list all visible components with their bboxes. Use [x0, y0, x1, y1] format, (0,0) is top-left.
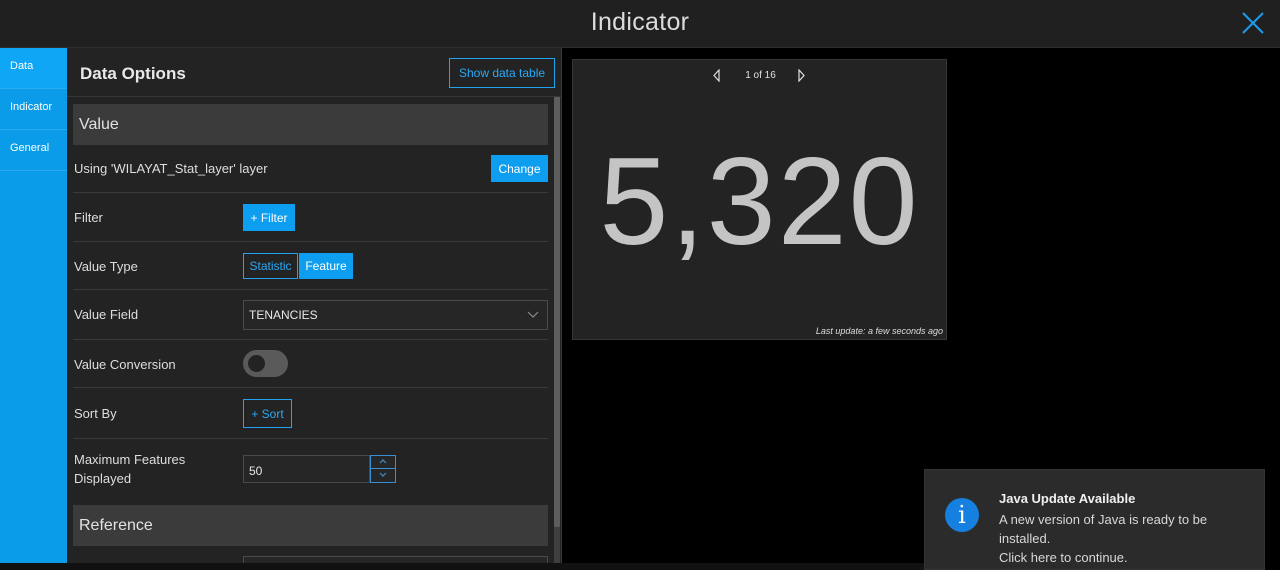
value-conversion-label: Value Conversion: [74, 357, 176, 372]
change-layer-button[interactable]: Change: [491, 155, 548, 182]
indicator-preview: 1 of 16 5,320 Last update: a few seconds…: [572, 59, 947, 340]
bottom-strip: [0, 563, 924, 570]
filter-label: Filter: [74, 210, 103, 225]
divider: [73, 387, 548, 388]
previous-page-icon[interactable]: [713, 69, 721, 82]
layer-text: Using 'WILAYAT_Stat_layer' layer: [74, 161, 268, 176]
show-data-table-button[interactable]: Show data table: [449, 58, 555, 88]
chevron-down-icon: [527, 311, 539, 318]
reference-section-header[interactable]: Reference: [73, 505, 548, 546]
value-field-select[interactable]: TENANCIES: [243, 300, 548, 330]
java-update-notification[interactable]: i Java Update Available A new version of…: [924, 469, 1265, 570]
tab-general-label: General: [10, 142, 50, 154]
max-features-stepper: [370, 455, 396, 483]
divider: [73, 438, 548, 439]
increment-button[interactable]: [371, 456, 395, 469]
tab-data-label: Data: [10, 60, 34, 72]
value-type-label: Value Type: [74, 259, 138, 274]
divider: [73, 289, 548, 290]
reference-field[interactable]: [243, 556, 548, 563]
tab-indicator-label: Indicator: [10, 101, 53, 113]
tab-general[interactable]: General: [0, 130, 67, 171]
value-section-title: Value: [79, 116, 119, 133]
panel-scrollbar[interactable]: [554, 97, 560, 563]
value-conversion-toggle[interactable]: [243, 350, 288, 377]
tab-indicator[interactable]: Indicator: [0, 89, 67, 130]
last-update-text: Last update: a few seconds ago: [815, 326, 943, 336]
value-type-statistic-button[interactable]: Statistic: [243, 253, 298, 279]
max-features-value: 50: [249, 464, 263, 478]
reference-section-title: Reference: [79, 517, 153, 534]
panel-header: Data Options Show data table: [67, 48, 561, 97]
max-features-label-line2: Displayed: [74, 471, 132, 486]
notification-title: Java Update Available: [999, 491, 1136, 506]
divider: [73, 339, 548, 340]
max-features-input[interactable]: 50: [243, 455, 370, 483]
data-options-panel: Data Options Show data table Value Using…: [67, 48, 562, 563]
indicator-value: 5,320: [599, 133, 920, 271]
value-field-selected: TENANCIES: [249, 308, 318, 322]
add-filter-button[interactable]: + Filter: [243, 204, 295, 231]
divider: [73, 192, 548, 193]
toggle-knob: [248, 355, 265, 372]
pager-text: 1 of 16: [745, 70, 776, 81]
notification-line: installed.: [999, 531, 1051, 546]
divider: [73, 241, 548, 242]
dialog-header: Indicator: [0, 0, 1280, 48]
chevron-up-icon: [379, 459, 387, 464]
close-icon: [1242, 12, 1264, 34]
decrement-button[interactable]: [371, 469, 395, 482]
value-section-header[interactable]: Value: [73, 104, 548, 145]
notification-link-text: Click here to continue.: [999, 550, 1128, 565]
value-field-label: Value Field: [74, 307, 139, 322]
close-button[interactable]: [1240, 10, 1266, 36]
info-icon: i: [945, 498, 979, 532]
value-type-feature-button[interactable]: Feature: [299, 253, 353, 279]
pager: 1 of 16: [573, 69, 946, 83]
notification-line: A new version of Java is ready to be: [999, 512, 1208, 527]
chevron-down-icon: [379, 472, 387, 477]
dialog-title: Indicator: [590, 8, 690, 36]
add-sort-button[interactable]: + Sort: [243, 399, 292, 428]
tab-data[interactable]: Data: [0, 48, 67, 89]
settings-tabs: Data Indicator General: [0, 48, 67, 563]
notification-body: A new version of Java is ready to be ins…: [999, 510, 1249, 567]
max-features-label-line1: Maximum Features: [74, 452, 186, 467]
scrollbar-thumb[interactable]: [554, 97, 560, 527]
next-page-icon[interactable]: [797, 69, 805, 82]
sort-by-label: Sort By: [74, 406, 117, 421]
panel-title: Data Options: [80, 64, 186, 83]
